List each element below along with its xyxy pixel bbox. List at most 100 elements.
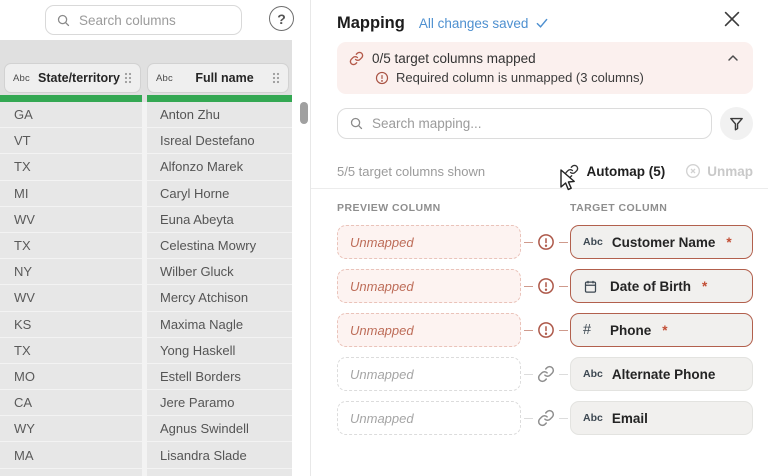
automap-button[interactable]: Automap (5) bbox=[564, 164, 665, 179]
check-icon bbox=[535, 16, 549, 30]
mapping-row-date-of-birth: Unmapped Date of Birth * bbox=[337, 269, 753, 303]
warning-icon bbox=[375, 71, 389, 85]
table-body: GA Anton Zhu VT Isreal Destefano TX Alf bbox=[0, 102, 292, 469]
table-row[interactable]: TX Alfonzo Marek bbox=[0, 154, 292, 180]
table-row[interactable]: WV Euna Abeyta bbox=[0, 207, 292, 233]
column-name: Full name bbox=[177, 71, 272, 85]
mapping-status-alert: 0/5 target columns mapped Required colum… bbox=[337, 42, 753, 94]
table-row[interactable]: WY Agnus Swindell bbox=[0, 416, 292, 442]
warning-icon bbox=[537, 233, 555, 251]
warning-icon bbox=[537, 277, 555, 295]
state-cell[interactable]: WV bbox=[0, 285, 142, 310]
table-row[interactable]: NY Wilber Gluck bbox=[0, 259, 292, 285]
table-row[interactable]: KS Maxima Nagle bbox=[0, 312, 292, 338]
name-cell[interactable]: Lisandra Slade bbox=[147, 442, 292, 467]
target-field-box[interactable]: # Phone * bbox=[570, 313, 753, 347]
preview-column-header: PREVIEW COLUMN bbox=[337, 202, 570, 214]
state-cell[interactable]: MO bbox=[0, 364, 142, 389]
state-cell[interactable]: MI bbox=[0, 181, 142, 206]
state-cell[interactable]: WY bbox=[0, 416, 142, 441]
required-marker: * bbox=[726, 235, 731, 250]
name-cell[interactable]: Mercy Atchison bbox=[147, 285, 292, 310]
state-cell[interactable]: KS bbox=[0, 312, 142, 337]
preview-unmapped-box[interactable]: Unmapped bbox=[337, 225, 521, 259]
help-button[interactable]: ? bbox=[269, 6, 294, 31]
question-icon: ? bbox=[277, 11, 286, 27]
mapping-panel: Mapping All changes saved 0/5 target col… bbox=[311, 0, 768, 476]
abc-type-icon: Abc bbox=[583, 236, 603, 248]
data-preview-panel: Search columns ? Abc State/territory Abc… bbox=[0, 0, 310, 476]
drag-handle-icon[interactable] bbox=[124, 72, 132, 84]
name-cell[interactable]: Isreal Destefano bbox=[147, 128, 292, 153]
green-bar-segment bbox=[0, 95, 142, 102]
alert-detail: Required column is unmapped (3 columns) bbox=[396, 70, 644, 85]
name-cell[interactable]: Celestina Mowry bbox=[147, 233, 292, 258]
required-marker: * bbox=[662, 323, 667, 338]
state-cell[interactable]: VT bbox=[0, 128, 142, 153]
preview-unmapped-box[interactable]: Unmapped bbox=[337, 313, 521, 347]
close-panel-button[interactable] bbox=[721, 8, 743, 30]
mapping-row-phone: Unmapped # Phone * bbox=[337, 313, 753, 347]
table-row[interactable]: VT Isreal Destefano bbox=[0, 128, 292, 154]
state-cell[interactable]: GA bbox=[0, 102, 142, 127]
state-cell[interactable]: TX bbox=[0, 233, 142, 258]
name-cell[interactable]: Agnus Swindell bbox=[147, 416, 292, 441]
name-cell[interactable]: Anton Zhu bbox=[147, 102, 292, 127]
text-type-icon: Abc bbox=[156, 73, 173, 84]
page-title: Mapping bbox=[337, 14, 405, 33]
drag-handle-icon[interactable] bbox=[272, 72, 280, 84]
link-icon bbox=[349, 51, 364, 66]
target-field-box[interactable]: Abc Email bbox=[570, 401, 753, 435]
column-header-state[interactable]: Abc State/territory bbox=[4, 63, 141, 93]
state-cell[interactable]: NY bbox=[0, 259, 142, 284]
state-cell[interactable]: TX bbox=[0, 338, 142, 363]
selected-columns-indicator bbox=[0, 95, 292, 102]
circled-x-icon bbox=[685, 163, 701, 179]
preview-unmapped-box[interactable]: Unmapped bbox=[337, 357, 521, 391]
search-columns-placeholder: Search columns bbox=[79, 13, 176, 28]
search-columns-input[interactable]: Search columns bbox=[45, 5, 242, 35]
target-field-box[interactable]: Abc Customer Name * bbox=[570, 225, 753, 259]
table-row[interactable]: MO Estell Borders bbox=[0, 364, 292, 390]
unmap-button[interactable]: Unmap bbox=[685, 163, 753, 179]
search-mapping-input[interactable]: Search mapping... bbox=[337, 108, 712, 139]
table-row[interactable]: WV Mercy Atchison bbox=[0, 285, 292, 311]
table-row[interactable]: TX Yong Haskell bbox=[0, 338, 292, 364]
table-row[interactable]: CA Jere Paramo bbox=[0, 390, 292, 416]
name-cell[interactable]: Wilber Gluck bbox=[147, 259, 292, 284]
chevron-up-icon[interactable] bbox=[725, 50, 741, 66]
preview-table: Abc State/territory Abc Full name GA bbox=[0, 40, 292, 476]
state-cell[interactable]: CA bbox=[0, 390, 142, 415]
import-mapping-screen: Search columns ? Abc State/territory Abc… bbox=[0, 0, 768, 476]
number-type-icon: # bbox=[583, 322, 601, 338]
table-row[interactable]: MA Lisandra Slade bbox=[0, 442, 292, 468]
target-field-box[interactable]: Date of Birth * bbox=[570, 269, 753, 303]
vertical-scrollbar-thumb[interactable] bbox=[300, 102, 308, 124]
filter-icon bbox=[728, 115, 745, 132]
alert-title: 0/5 target columns mapped bbox=[372, 51, 536, 66]
name-cell[interactable]: Alfonzo Marek bbox=[147, 154, 292, 179]
link-icon bbox=[537, 365, 555, 383]
table-row[interactable]: MI Caryl Horne bbox=[0, 181, 292, 207]
name-cell[interactable]: Caryl Horne bbox=[147, 181, 292, 206]
name-cell[interactable]: Jere Paramo bbox=[147, 390, 292, 415]
state-cell[interactable]: WV bbox=[0, 207, 142, 232]
name-cell[interactable]: Estell Borders bbox=[147, 364, 292, 389]
mapping-row-alternate-phone: Unmapped Abc Alternate Phone bbox=[337, 357, 753, 391]
save-status: All changes saved bbox=[419, 16, 550, 31]
target-field-box[interactable]: Abc Alternate Phone bbox=[570, 357, 753, 391]
preview-unmapped-box[interactable]: Unmapped bbox=[337, 269, 521, 303]
preview-unmapped-box[interactable]: Unmapped bbox=[337, 401, 521, 435]
table-row[interactable]: GA Anton Zhu bbox=[0, 102, 292, 128]
filter-button[interactable] bbox=[720, 107, 753, 140]
name-cell[interactable]: Yong Haskell bbox=[147, 338, 292, 363]
calendar-icon bbox=[583, 279, 601, 294]
state-cell[interactable]: TX bbox=[0, 154, 142, 179]
name-cell[interactable]: Euna Abeyta bbox=[147, 207, 292, 232]
search-icon bbox=[56, 13, 71, 28]
close-icon bbox=[721, 8, 743, 30]
name-cell[interactable]: Maxima Nagle bbox=[147, 312, 292, 337]
column-header-fullname[interactable]: Abc Full name bbox=[147, 63, 289, 93]
table-row[interactable]: TX Celestina Mowry bbox=[0, 233, 292, 259]
state-cell[interactable]: MA bbox=[0, 442, 142, 467]
